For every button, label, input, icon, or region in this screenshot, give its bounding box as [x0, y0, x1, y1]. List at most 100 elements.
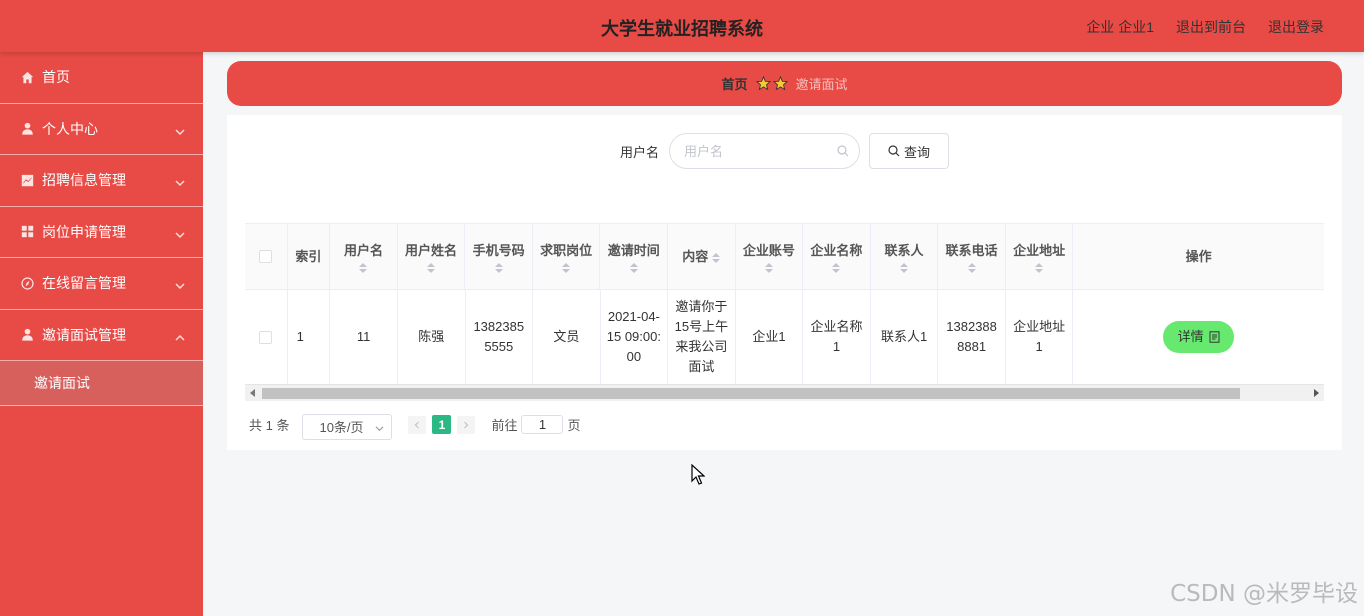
header-cell-sortable[interactable]: 企业账号 [736, 224, 804, 289]
header-cell-sortable[interactable]: 用户名 [330, 224, 398, 289]
header-label: 企业名称 [810, 242, 863, 258]
action-cell: 详情 [1073, 290, 1324, 384]
page-number-active[interactable]: 1 [432, 415, 452, 434]
header-label: 联系电话 [945, 242, 998, 258]
sort-icon[interactable] [359, 262, 368, 273]
sort-icon[interactable] [629, 262, 638, 273]
sidebar-item-personal-center[interactable]: 个人中心 [0, 104, 203, 155]
goto-prefix: 前往 [491, 418, 518, 433]
sidebar-item-label: 岗位申请管理 [42, 223, 126, 240]
horizontal-scrollbar[interactable] [245, 384, 1324, 401]
user-icon [20, 328, 34, 342]
header-cell-sortable[interactable]: 企业地址 [1006, 224, 1074, 289]
data-table: 索引 用户名 用户姓名 手机号码 求职岗位 邀请时间 内容 企业账号 企业名称 … [245, 223, 1324, 384]
chevron-down-icon [175, 175, 185, 187]
company-address-cell: 企业地址1 [1006, 290, 1074, 384]
sort-icon[interactable] [899, 262, 908, 273]
chevron-down-icon [175, 227, 185, 238]
breadcrumb: 首页 邀请面试 [227, 61, 1342, 106]
sort-icon[interactable] [712, 252, 721, 263]
scroll-right-arrow[interactable] [1314, 389, 1319, 397]
sidebar-item-label: 招聘信息管理 [42, 172, 126, 189]
total-count: 共 1 条 [249, 418, 290, 433]
row-checkbox[interactable] [259, 330, 273, 344]
select-all-checkbox[interactable] [259, 250, 273, 263]
username-cell: 11 [330, 290, 398, 384]
search-button[interactable]: 查询 [869, 133, 949, 169]
index-cell: 1 [288, 290, 331, 384]
header-cell-sortable[interactable]: 求职岗位 [533, 224, 601, 289]
submenu-item-interview[interactable]: 邀请面试 [0, 361, 203, 406]
header-cell-sortable[interactable]: 企业名称 [803, 224, 871, 289]
header-label: 操作 [1185, 248, 1212, 264]
detail-button-label: 详情 [1177, 329, 1204, 344]
breadcrumb-current: 邀请面试 [795, 77, 848, 92]
name-cell: 陈强 [398, 290, 466, 384]
sort-icon[interactable] [832, 262, 841, 273]
document-icon [1209, 331, 1220, 343]
chevron-down-icon [175, 124, 185, 135]
header-cell-sortable[interactable]: 用户姓名 [398, 224, 466, 289]
contact-cell: 联系人1 [871, 290, 939, 384]
sidebar-item-applications[interactable]: 岗位申请管理 [0, 207, 203, 258]
scrollbar-thumb[interactable] [262, 388, 1240, 399]
header-cell-sortable[interactable]: 联系人 [871, 224, 939, 289]
header-label: 联系人 [884, 242, 924, 258]
chart-icon [20, 173, 34, 187]
sort-icon[interactable] [967, 262, 976, 273]
header-cell-sortable[interactable]: 邀请时间 [600, 224, 668, 289]
contact-phone-cell: 13823888881 [938, 290, 1006, 384]
header-cell-sortable[interactable]: 内容 [668, 224, 736, 289]
chevron-up-icon [175, 330, 185, 341]
sidebar-item-interview-invites[interactable]: 邀请面试管理 [0, 310, 203, 361]
header-cell: 操作 [1073, 224, 1324, 289]
back-to-front-link[interactable]: 退出到前台 [1176, 17, 1246, 37]
search-form: 用户名 查询 [227, 133, 1342, 169]
search-label: 用户名 [619, 144, 659, 160]
sort-icon[interactable] [1035, 262, 1044, 273]
search-input[interactable] [684, 134, 834, 168]
sidebar-item-messages[interactable]: 在线留言管理 [0, 258, 203, 310]
prev-page-button[interactable] [408, 415, 427, 434]
sidebar: 首页 个人中心 招聘信息管理 岗位申请管理 在线留言管理 邀请面试管理 邀请面试 [0, 52, 203, 616]
sidebar-item-recruitment[interactable]: 招聘信息管理 [0, 155, 203, 207]
header-label: 手机号码 [472, 242, 525, 258]
submenu-item-label: 邀请面试 [34, 375, 90, 391]
table-row: 1 11 陈强 13823855555 文员 2021-04-15 09:00:… [245, 290, 1324, 384]
sort-icon[interactable] [427, 262, 436, 273]
table-header-row: 索引 用户名 用户姓名 手机号码 求职岗位 邀请时间 内容 企业账号 企业名称 … [245, 224, 1324, 290]
sidebar-item-home[interactable]: 首页 [0, 52, 203, 104]
sort-icon[interactable] [764, 262, 773, 273]
watermark: CSDN @米罗毕设 [1170, 581, 1358, 607]
next-page-button[interactable] [457, 415, 476, 434]
goto-suffix: 页 [567, 418, 581, 433]
page-size-select[interactable]: 10条/页 [302, 413, 393, 440]
sidebar-item-label: 首页 [42, 69, 70, 86]
grid-icon [20, 225, 34, 239]
detail-button[interactable]: 详情 [1163, 321, 1235, 353]
chevron-left-icon [415, 421, 420, 428]
breadcrumb-separator [755, 76, 788, 91]
logout-link[interactable]: 退出登录 [1268, 17, 1324, 37]
phone-cell: 13823855555 [466, 290, 534, 384]
sidebar-item-label: 在线留言管理 [42, 275, 126, 292]
goto-page-input[interactable]: 1 [521, 415, 564, 434]
page-size-value: 10条/页 [319, 420, 364, 435]
sort-icon[interactable] [562, 262, 571, 273]
scroll-left-arrow[interactable] [250, 389, 255, 397]
top-header: 大学生就业招聘系统 企业 企业1 退出到前台 退出登录 [0, 0, 1364, 52]
content-cell: 邀请你于15号上午来我公司面试 [668, 290, 736, 384]
header-label: 邀请时间 [607, 242, 660, 258]
header-cell-sortable[interactable]: 手机号码 [465, 224, 533, 289]
time-cell: 2021-04-15 09:00:00 [601, 290, 669, 384]
search-button-label: 查询 [903, 144, 930, 160]
current-user-label[interactable]: 企业 企业1 [1086, 17, 1154, 37]
breadcrumb-home[interactable]: 首页 [721, 74, 747, 93]
compass-icon [20, 276, 34, 290]
header-actions: 企业 企业1 退出到前台 退出登录 [1086, 17, 1324, 37]
content-panel: 用户名 查询 索引 用户名 用户姓名 手机号码 求职岗位 邀请时间 内容 企业账… [227, 115, 1342, 450]
sort-icon[interactable] [494, 262, 503, 273]
header-cell-sortable[interactable]: 联系电话 [938, 224, 1006, 289]
header-cell: 索引 [288, 224, 331, 289]
select-cell [245, 290, 288, 384]
